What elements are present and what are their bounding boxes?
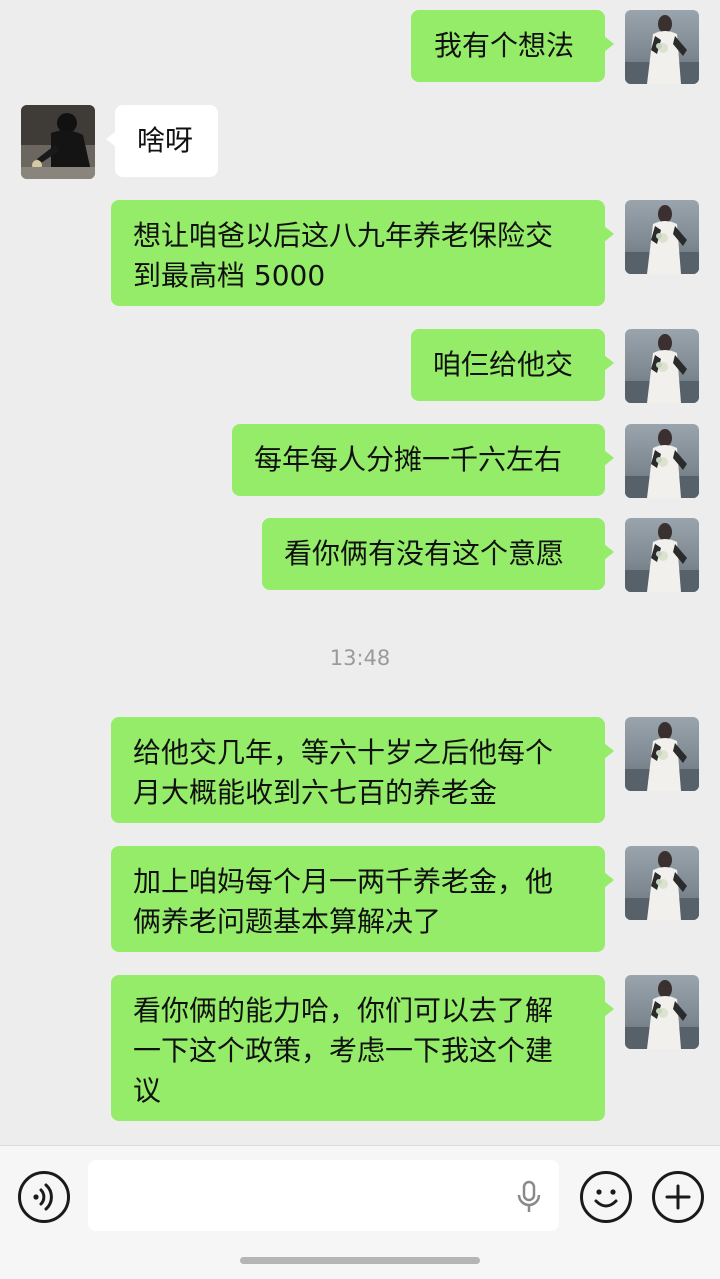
message-bubble[interactable]: 每年每人分摊一千六左右 [232,424,614,496]
home-indicator[interactable] [240,1257,480,1264]
emoji-icon [594,1189,618,1208]
message-text-line: 给他交几年，等六十岁之后他每个 [133,736,554,769]
voice-toggle-icon [33,1183,53,1211]
my-avatar[interactable] [625,424,699,498]
time-divider: 13:48 [329,646,391,670]
message-text-line: 看你俩的能力哈，你们可以去了解 [133,994,554,1027]
message-bubble[interactable]: 我有个想法 [411,10,614,82]
message-text: 我有个想法 [434,29,575,62]
message-text-line: 加上咱妈每个月一两千养老金，他 [133,865,554,898]
voice-toggle-button[interactable] [18,1171,70,1223]
chat-area: 我有个想法 啥呀 想让咱爸以后这八九年养老保险交 到最高档 5000 咱仨给他交… [0,0,720,1145]
my-avatar[interactable] [625,329,699,403]
plus-icon [665,1184,691,1210]
message-text: 看你俩有没有这个意愿 [284,537,565,570]
my-avatar[interactable] [625,200,699,274]
microphone-icon[interactable] [516,1180,542,1214]
message-text-line: 议 [133,1074,162,1107]
emoji-button[interactable] [580,1171,632,1223]
my-avatar[interactable] [625,717,699,791]
message-text: 每年每人分摊一千六左右 [254,443,563,476]
message-text: 啥呀 [137,124,194,157]
message-bubble[interactable]: 看你俩的能力哈，你们可以去了解 一下这个政策，考虑一下我这个建 议 [111,975,614,1121]
message-bubble[interactable]: 看你俩有没有这个意愿 [262,518,614,590]
message-bubble[interactable]: 给他交几年，等六十岁之后他每个 月大概能收到六七百的养老金 [111,717,614,823]
message-bubble[interactable]: 加上咱妈每个月一两千养老金，他 俩养老问题基本算解决了 [111,846,614,952]
message-text-line: 一下这个政策，考虑一下我这个建 [133,1034,554,1067]
my-avatar[interactable] [625,846,699,920]
my-avatar[interactable] [625,518,699,592]
message-text-line: 俩养老问题基本算解决了 [133,905,442,938]
my-avatar[interactable] [625,10,699,84]
message-bubble[interactable]: 啥呀 [106,105,218,177]
message-bubble[interactable]: 想让咱爸以后这八九年养老保险交 到最高档 5000 [111,200,614,306]
message-input[interactable] [88,1160,559,1231]
message-text-line: 想让咱爸以后这八九年养老保险交 [133,219,554,252]
message-text: 咱仨给他交 [433,348,574,381]
my-avatar[interactable] [625,975,699,1049]
message-composer [0,1145,720,1279]
contact-avatar[interactable] [21,105,95,179]
message-bubble[interactable]: 咱仨给他交 [411,329,614,401]
message-text-line: 月大概能收到六七百的养老金 [133,776,498,809]
more-actions-button[interactable] [652,1171,704,1223]
message-text-line: 到最高档 5000 [133,259,326,292]
